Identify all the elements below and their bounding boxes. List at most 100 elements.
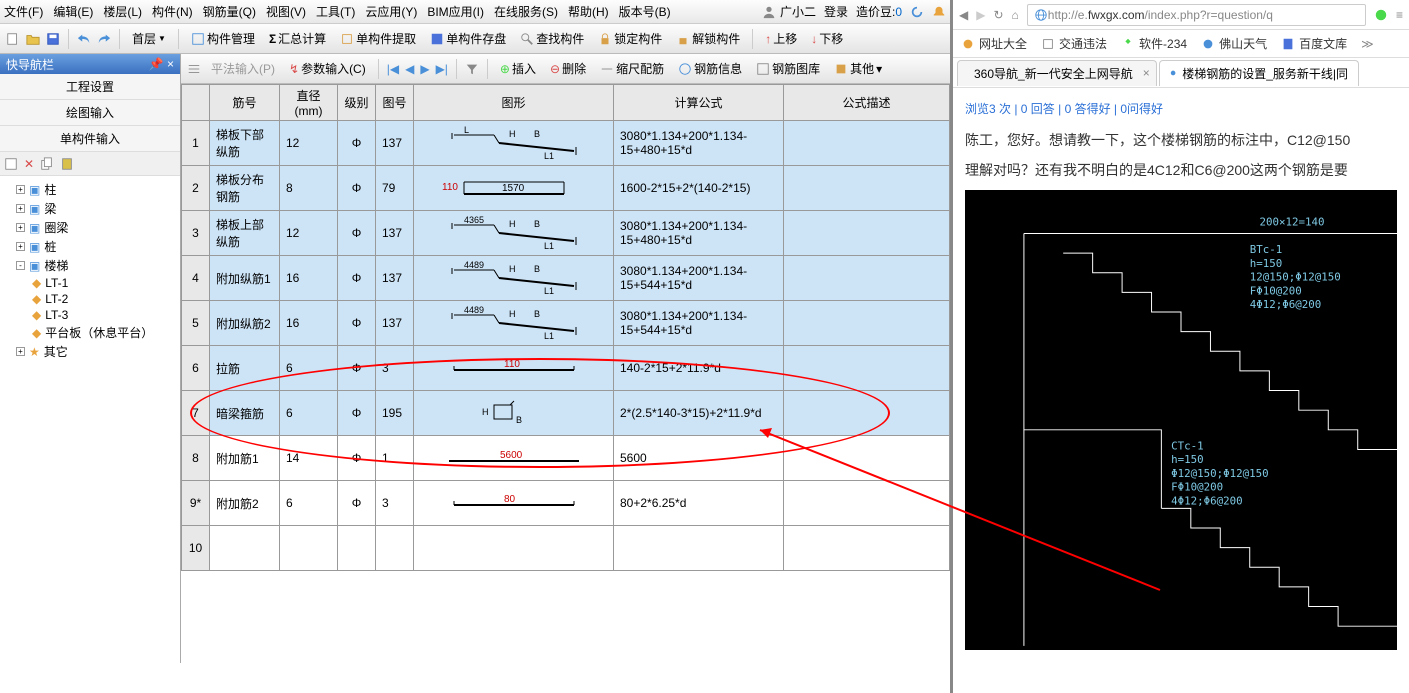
mode-icon[interactable] [187, 62, 201, 76]
tb-insert[interactable]: ⊕ 插入 [496, 58, 540, 79]
table-row[interactable]: 9*附加筋26Φ38080+2*6.25*d [182, 481, 950, 526]
cell[interactable]: 6 [182, 346, 210, 391]
tree-item-2[interactable]: +▣圈梁 [4, 218, 176, 237]
cell[interactable]: Φ [338, 481, 376, 526]
cell[interactable]: 10 [182, 526, 210, 571]
cell[interactable] [784, 256, 950, 301]
forward-button[interactable]: ▶ [976, 8, 985, 22]
col-header-0[interactable] [182, 85, 210, 121]
cell[interactable]: 16 [280, 301, 338, 346]
cell[interactable]: 3080*1.134+200*1.134-15+480+15*d [614, 211, 784, 256]
tb-rebar-info[interactable]: 钢筋信息 [674, 58, 746, 79]
cell[interactable]: 5600 [414, 436, 614, 481]
tb-scale[interactable]: 缩尺配筋 [596, 58, 668, 79]
col-header-6[interactable]: 计算公式 [614, 85, 784, 121]
cell[interactable]: 3 [376, 481, 414, 526]
tree-delete-icon[interactable]: ✕ [24, 157, 34, 171]
cell[interactable] [784, 301, 950, 346]
menu-file[interactable]: 文件(F) [4, 3, 43, 20]
cell[interactable]: 14 [280, 436, 338, 481]
nav-section-project[interactable]: 工程设置 [0, 74, 180, 100]
tb-sum-calc[interactable]: Σ 汇总计算 [265, 28, 330, 49]
cell[interactable] [784, 526, 950, 571]
cell[interactable]: 80+2*6.25*d [614, 481, 784, 526]
nav-prev-icon[interactable]: ◀ [405, 62, 414, 76]
cell[interactable]: 1 [182, 121, 210, 166]
bookmark-wenku[interactable]: 百度文库 [1281, 35, 1347, 52]
col-header-1[interactable]: 筋号 [210, 85, 280, 121]
tree-item-9[interactable]: +★其它 [4, 342, 176, 361]
tb-find[interactable]: 查找构件 [516, 28, 588, 49]
tb-rebar-lib[interactable]: 钢筋图库 [752, 58, 824, 79]
tb-lock[interactable]: 锁定构件 [594, 28, 666, 49]
cell[interactable]: Φ [338, 166, 376, 211]
refresh-icon[interactable] [910, 5, 924, 19]
table-row[interactable]: 8附加筋114Φ156005600 [182, 436, 950, 481]
cell[interactable]: 梯板上部纵筋 [210, 211, 280, 256]
tb-movedown[interactable]: ↓ 下移 [807, 28, 847, 49]
tb-unlock[interactable]: 解锁构件 [672, 28, 744, 49]
bookmark-more[interactable]: ≫ [1361, 37, 1374, 51]
menu-component[interactable]: 构件(N) [152, 3, 193, 20]
tree-item-1[interactable]: +▣梁 [4, 199, 176, 218]
cell[interactable]: 3 [376, 346, 414, 391]
tb-param-input[interactable]: ↯ 参数输入(C) [285, 58, 370, 79]
tab-close-1[interactable]: × [1143, 66, 1150, 80]
cell[interactable]: 137 [376, 211, 414, 256]
cell[interactable] [784, 346, 950, 391]
address-bar[interactable]: http://e.fwxgx.com/index.php?r=question/… [1027, 4, 1366, 26]
tree-item-7[interactable]: ◆LT-3 [4, 307, 176, 323]
cell[interactable]: 4365HBL1 [414, 211, 614, 256]
cell[interactable]: Φ [338, 436, 376, 481]
nav-last-icon[interactable]: ▶| [436, 62, 448, 76]
cell[interactable]: 8 [280, 166, 338, 211]
cell[interactable] [784, 436, 950, 481]
expand-icon[interactable]: + [16, 242, 25, 251]
tab-360nav[interactable]: 360导航_新一代安全上网导航 × [957, 60, 1157, 86]
redo-icon[interactable] [97, 32, 111, 46]
back-button[interactable]: ◀ [959, 8, 968, 22]
cell[interactable]: 6 [280, 391, 338, 436]
tree-item-3[interactable]: +▣桩 [4, 237, 176, 256]
cell[interactable]: 附加纵筋1 [210, 256, 280, 301]
cell[interactable]: 8 [182, 436, 210, 481]
cell[interactable]: 110 [414, 346, 614, 391]
tree-item-8[interactable]: ◆平台板（休息平台） [4, 323, 176, 342]
nav-next-icon[interactable]: ▶ [420, 62, 429, 76]
save-icon[interactable] [46, 32, 60, 46]
bookmark-traffic[interactable]: 交通违法 [1041, 35, 1107, 52]
cell[interactable] [414, 526, 614, 571]
cell[interactable]: 附加筋2 [210, 481, 280, 526]
tree-item-4[interactable]: -▣楼梯 [4, 256, 176, 275]
cell[interactable]: 1101570 [414, 166, 614, 211]
bookmark-sites[interactable]: 网址大全 [961, 35, 1027, 52]
cell[interactable]: Φ [338, 211, 376, 256]
user-indicator[interactable]: 广小二 [762, 3, 816, 20]
open-icon[interactable] [26, 32, 40, 46]
cell[interactable]: 3 [182, 211, 210, 256]
table-row[interactable]: 2梯板分布钢筋8Φ7911015701600-2*15+2*(140-2*15) [182, 166, 950, 211]
tree-new-icon[interactable] [4, 157, 18, 171]
cell[interactable]: 3080*1.134+200*1.134-15+544+15*d [614, 301, 784, 346]
bookmark-weather[interactable]: 佛山天气 [1201, 35, 1267, 52]
cell[interactable]: 附加纵筋2 [210, 301, 280, 346]
tb-component-mgr[interactable]: 构件管理 [187, 28, 259, 49]
tb-moveup[interactable]: ↑ 上移 [761, 28, 801, 49]
tree-item-6[interactable]: ◆LT-2 [4, 291, 176, 307]
cell[interactable] [614, 526, 784, 571]
home-button[interactable]: ⌂ [1012, 8, 1019, 22]
rebar-table[interactable]: 筋号直径(mm)级别图号图形计算公式公式描述1梯板下部纵筋12Φ137LHBL1… [181, 84, 950, 571]
tb-flat-input[interactable]: 平法输入(P) [207, 58, 279, 79]
cell[interactable]: 5 [182, 301, 210, 346]
expand-icon[interactable]: + [16, 185, 25, 194]
nav-first-icon[interactable]: |◀ [387, 62, 399, 76]
cell[interactable]: 1600-2*15+2*(140-2*15) [614, 166, 784, 211]
table-row[interactable]: 1梯板下部纵筋12Φ137LHBL13080*1.134+200*1.134-1… [182, 121, 950, 166]
cell[interactable]: 137 [376, 301, 414, 346]
cell[interactable]: 4489HBL1 [414, 301, 614, 346]
cell[interactable]: 梯板分布钢筋 [210, 166, 280, 211]
cell[interactable]: LHBL1 [414, 121, 614, 166]
cell[interactable] [784, 481, 950, 526]
cell[interactable]: 3080*1.134+200*1.134-15+480+15*d [614, 121, 784, 166]
expand-icon[interactable]: + [16, 347, 25, 356]
